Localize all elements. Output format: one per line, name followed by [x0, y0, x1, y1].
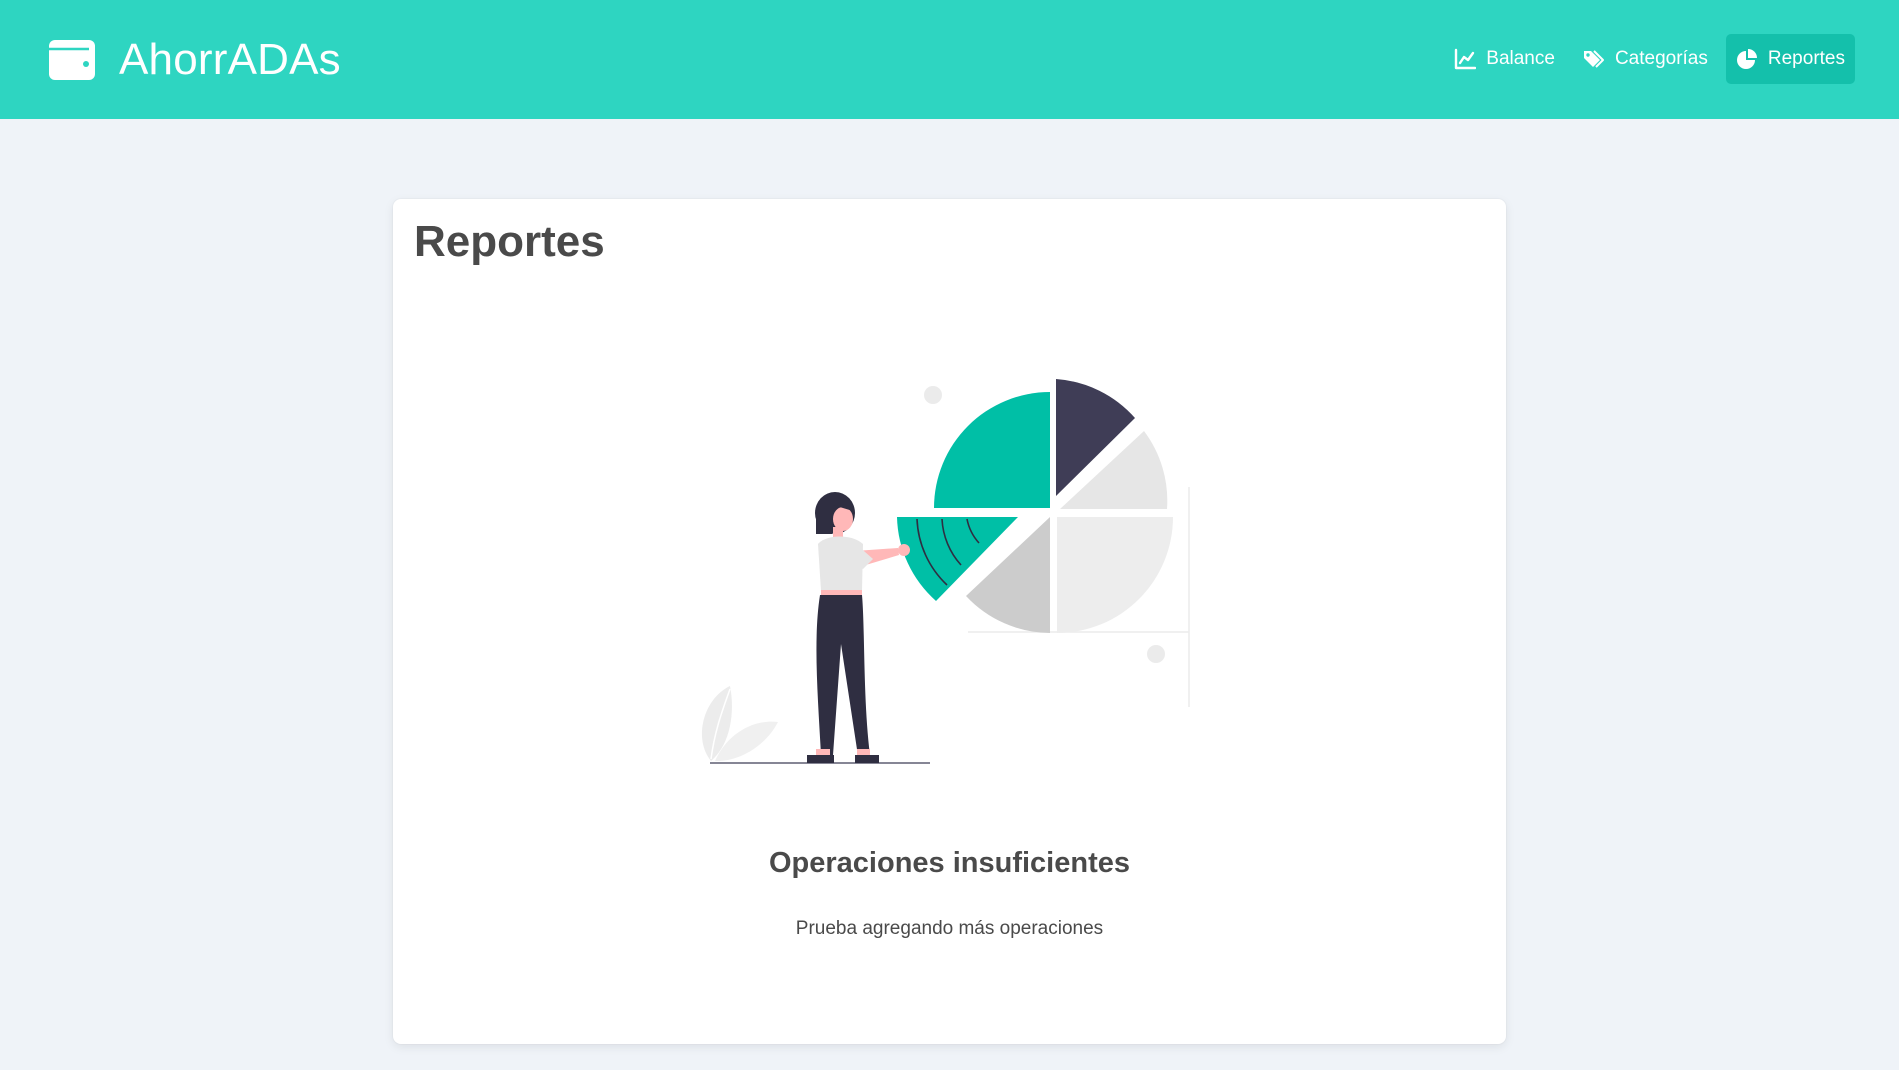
dot-decoration — [924, 386, 942, 404]
empty-state-subtitle: Prueba agregando más operaciones — [795, 918, 1104, 939]
nav-item-label: Reportes — [1767, 48, 1845, 69]
pie-slice — [1057, 517, 1173, 633]
navbar: AhorrADAs Balance Categorías Reportes — [0, 0, 1899, 119]
nav-item-reportes[interactable]: Reportes — [1725, 34, 1855, 84]
empty-state-title: Operaciones insuficientes — [768, 847, 1130, 879]
chart-line-icon — [1454, 48, 1477, 70]
nav-item-categorias[interactable]: Categorías — [1573, 34, 1718, 84]
nav-menu: Balance Categorías Reportes — [1436, 34, 1855, 84]
reports-card: Reportes Operaciones insuficientes Prueb… — [393, 199, 1506, 1044]
brand-link[interactable]: AhorrADAs — [49, 35, 341, 84]
pie-slice — [934, 392, 1050, 508]
dot-decoration — [1147, 645, 1165, 663]
empty-state-illustration — [701, 379, 1190, 764]
nav-item-label: Categorías — [1614, 48, 1708, 69]
chart-pie-icon — [1736, 48, 1758, 70]
wallet-icon — [49, 40, 95, 80]
nav-item-balance[interactable]: Balance — [1444, 34, 1565, 84]
tags-icon — [1583, 48, 1605, 70]
nav-item-label: Balance — [1486, 48, 1555, 69]
brand-title: AhorrADAs — [119, 35, 341, 84]
